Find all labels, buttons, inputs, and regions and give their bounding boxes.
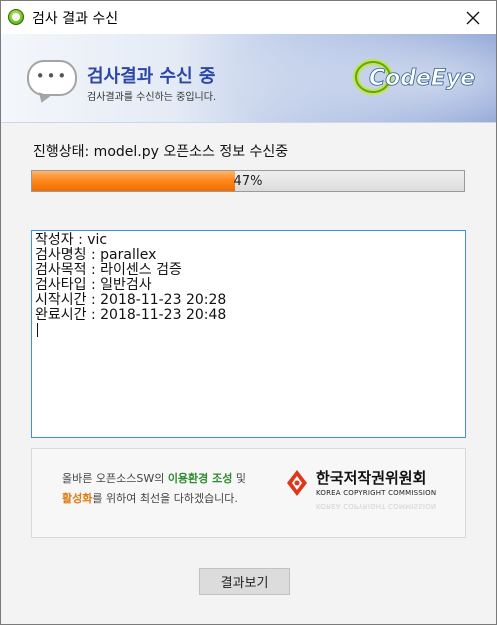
window-title: 검사 결과 수신 bbox=[32, 11, 119, 27]
banner-title: 검사결과 수신 중 bbox=[87, 66, 216, 87]
text-caret bbox=[35, 323, 462, 341]
app-icon bbox=[8, 9, 24, 25]
org-name-reflection: KOREA COPYRIGHT COMMISSION bbox=[316, 502, 437, 510]
result-log-textarea[interactable]: 작성자 : vic 검사명칭 : parallex 검사목적 : 라이센스 검증 검사… bbox=[31, 230, 466, 438]
org-name-english: KOREA COPYRIGHT COMMISSION bbox=[316, 489, 437, 497]
log-line: 작성자 : vic bbox=[35, 232, 108, 248]
title-bar[interactable]: 검사 결과 수신 bbox=[1, 1, 496, 34]
logo-text: CodeEye bbox=[369, 66, 475, 91]
chat-bubble-icon: ••• bbox=[27, 60, 77, 96]
codeeye-logo: CodeEye bbox=[353, 59, 476, 95]
dialog-window: 검사 결과 수신 ••• 검사결과 수신 중 검사결과를 수신하는 중입니다. … bbox=[0, 0, 497, 625]
close-icon bbox=[466, 11, 480, 24]
notice-text: 올바른 오픈소스SW의 이용환경 조성 및 활성화를 위하여 최선을 다하겠습니… bbox=[62, 472, 246, 505]
progress-bar: 47% bbox=[31, 170, 465, 192]
log-line: 시작시간 : 2018-11-23 20:28 bbox=[35, 292, 227, 308]
progress-label: 47% bbox=[233, 173, 263, 189]
org-name-korean: 한국저작권위원회 bbox=[316, 469, 427, 487]
log-line: 검사명칭 : parallex bbox=[35, 247, 157, 263]
log-line: 완료시간 : 2018-11-23 20:48 bbox=[35, 307, 227, 323]
close-button[interactable] bbox=[450, 1, 496, 34]
header-banner: ••• 검사결과 수신 중 검사결과를 수신하는 중입니다. CodeEye bbox=[1, 34, 496, 123]
view-results-button[interactable]: 결과보기 bbox=[199, 568, 290, 595]
log-line: 검사타입 : 일반검사 bbox=[35, 277, 152, 293]
status-text: 진행상태: model.py 오픈소스 정보 수신중 bbox=[33, 144, 289, 160]
log-line: 검사목적 : 라이센스 검증 bbox=[35, 262, 182, 278]
banner-subtitle: 검사결과를 수신하는 중입니다. bbox=[87, 92, 217, 103]
copyright-commission-logo-icon bbox=[287, 470, 307, 496]
copyright-notice-panel: 올바른 오픈소스SW의 이용환경 조성 및 활성화를 위하여 최선을 다하겠습니… bbox=[31, 448, 466, 538]
